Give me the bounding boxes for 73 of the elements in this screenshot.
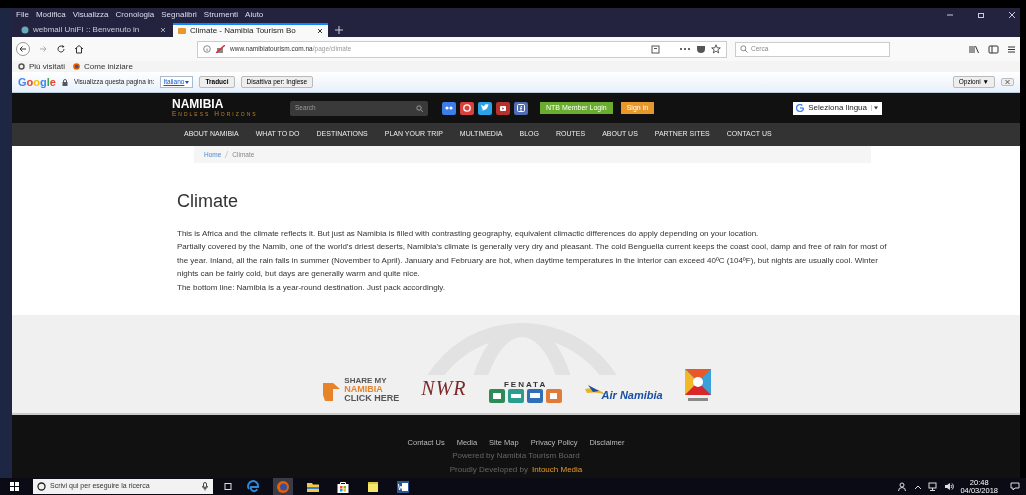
new-tab-icon[interactable] (334, 23, 344, 37)
microphone-icon (201, 482, 209, 491)
menu-item[interactable]: Aiuto (245, 8, 264, 21)
sticky-note-icon (366, 479, 380, 494)
menu-item[interactable]: Modifica (35, 8, 66, 21)
body-paragraph: This is Africa and the climate reflects it. But just as Namibia is filled with contrasting geography, equivalent climactic differences do apply depending on your location. (177, 227, 760, 240)
firefox-icon (276, 479, 290, 494)
menu-item[interactable]: Strumenti (203, 8, 239, 21)
store-bag-icon (336, 479, 350, 494)
dropdown-icon (184, 79, 191, 86)
pinterest-icon[interactable] (460, 101, 474, 115)
body-paragraph: The bottom line: Namibia is a year-round destination. Just pack accordingly. (177, 281, 446, 294)
favicon-icon (178, 27, 186, 35)
windows-start-icon[interactable] (10, 482, 19, 491)
body-paragraph: Partially covered by the Namib, one of the world's driest deserts, Namibia's climate is generally very dry and pleasant. The cold Benguella current keeps the coast cool, damp and free of rain for most of the year. Inland, all the rain falls in summer (November to April). January and February are hot, when daytime temperatures in the interior can exceed 40ºC (104ºF), but nights are usually cool. Winter nights can be fairly cold, but days are generally warm and quite nice. (177, 241, 887, 281)
bookmark-item[interactable]: Come iniziare (73, 60, 133, 73)
tab-title: webmail UniFI :: Benvenuto in (33, 24, 141, 36)
firefox-icon (73, 63, 80, 70)
network-icon[interactable] (928, 482, 939, 491)
logo-text: Air Namibia (601, 387, 663, 403)
back-icon[interactable] (16, 42, 30, 56)
word-document-icon (396, 479, 410, 494)
developer-credit: Proudly Developed by (449, 464, 528, 477)
sidebar-icon[interactable] (988, 44, 999, 54)
developer-link[interactable]: Intouch Media (532, 464, 583, 477)
close-icon[interactable] (317, 28, 323, 34)
logo-text: SHARE MY (344, 377, 388, 385)
globe-icon (21, 26, 29, 34)
dropdown-icon (871, 105, 879, 111)
menu-item[interactable]: Visualizza (72, 8, 109, 21)
lock-icon (61, 78, 68, 86)
tab-title: Climate - Namibia Tourism Bo (190, 25, 297, 37)
menu-item[interactable]: Segnalibri (161, 8, 197, 21)
powered-by-text: Powered by Namibia Tourism Board (452, 450, 580, 463)
notifications-icon[interactable] (1010, 482, 1020, 491)
menu-icon[interactable] (1007, 44, 1016, 54)
chevron-up-icon[interactable] (914, 483, 923, 490)
browser-tab[interactable]: webmail UniFI :: Benvenuto in (16, 23, 171, 37)
flickr-icon[interactable] (442, 101, 456, 115)
reader-view-icon[interactable] (651, 44, 660, 54)
insecure-lock-icon (216, 45, 225, 53)
logo-text: CLICK HERE (344, 394, 400, 403)
close-icon[interactable] (160, 27, 166, 33)
library-icon[interactable] (969, 44, 980, 54)
browser-tab[interactable]: Climate - Namibia Tourism Bo (173, 23, 328, 37)
twitter-icon[interactable] (478, 101, 492, 115)
star-icon[interactable] (711, 44, 721, 54)
google-g-icon (796, 104, 805, 112)
page-heading: Climate (177, 191, 239, 213)
google-logo: Google (18, 74, 56, 90)
restore-icon[interactable] (977, 10, 985, 19)
people-icon[interactable] (898, 482, 909, 491)
youtube-icon[interactable] (496, 101, 510, 115)
language-dropdown[interactable]: Seleziona lingua (793, 101, 882, 115)
more-icon[interactable] (679, 45, 691, 53)
emblem-icon (684, 369, 711, 403)
reload-icon[interactable] (56, 44, 66, 54)
site-logo[interactable]: NAMIBIA (172, 98, 277, 110)
info-icon (203, 45, 211, 53)
search-icon (740, 45, 748, 53)
close-icon (1004, 79, 1011, 85)
search-icon (416, 104, 423, 112)
logo-text: FENATA (503, 381, 548, 389)
volume-icon[interactable] (944, 482, 955, 491)
edge-browser-icon (246, 479, 260, 494)
task-view-icon[interactable] (223, 482, 233, 491)
menu-item[interactable]: File (16, 8, 29, 21)
logo-text: NAMIBIA (344, 385, 384, 394)
logo-text: NWR (421, 376, 467, 401)
menu-item[interactable]: Cronologia (115, 8, 155, 21)
home-icon[interactable] (74, 44, 84, 54)
bookmark-item[interactable]: Più visitati (18, 60, 65, 73)
facebook-icon[interactable] (514, 101, 528, 115)
